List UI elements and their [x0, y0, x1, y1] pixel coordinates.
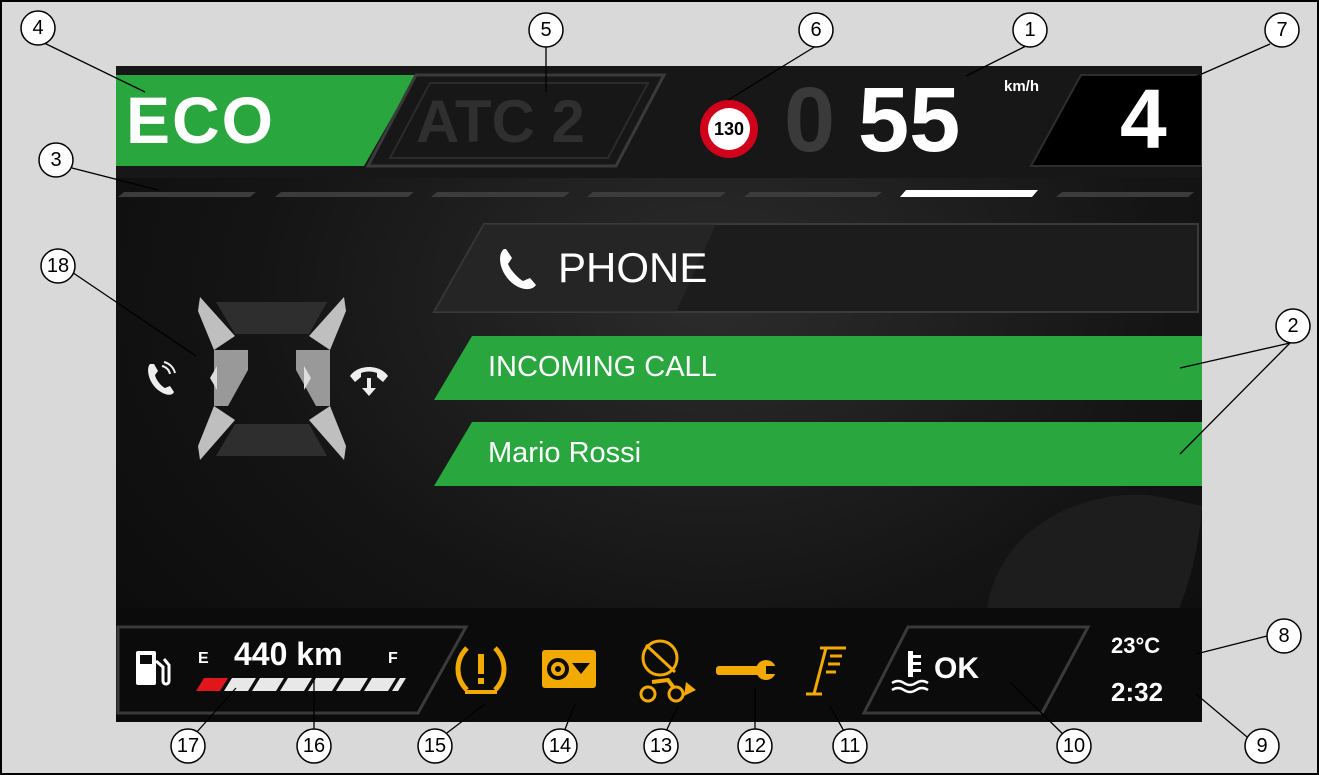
callout-6: 6 [798, 12, 834, 48]
svg-text:4: 4 [32, 17, 43, 39]
callout-12: 12 [737, 728, 773, 764]
svg-text:2: 2 [1287, 315, 1298, 337]
svg-text:6: 6 [810, 19, 821, 41]
svg-text:14: 14 [549, 735, 571, 757]
callout-10: 10 [1056, 728, 1092, 764]
svg-text:9: 9 [1256, 735, 1267, 757]
svg-text:15: 15 [424, 735, 446, 757]
callout-7: 7 [1264, 12, 1300, 48]
callout-16: 16 [296, 728, 332, 764]
callout-9: 9 [1244, 728, 1280, 764]
callout-overlay: 1 2 3 4 5 6 7 8 9 10 11 12 13 14 15 16 1… [0, 0, 1319, 775]
callout-2a: 2 [1275, 308, 1311, 344]
svg-text:1: 1 [1024, 19, 1035, 41]
callout-1: 1 [1012, 12, 1048, 48]
callout-15: 15 [417, 728, 453, 764]
svg-text:8: 8 [1278, 625, 1289, 647]
callout-18: 18 [40, 248, 76, 284]
callout-14: 14 [542, 728, 578, 764]
callout-5: 5 [528, 12, 564, 48]
svg-text:11: 11 [840, 735, 861, 757]
svg-text:7: 7 [1276, 19, 1287, 41]
svg-text:13: 13 [650, 735, 672, 757]
svg-text:5: 5 [540, 19, 551, 41]
callout-3: 3 [38, 142, 74, 178]
svg-text:3: 3 [50, 149, 61, 171]
svg-text:16: 16 [303, 735, 325, 757]
callout-8: 8 [1266, 618, 1302, 654]
svg-text:12: 12 [744, 735, 766, 757]
callout-17: 17 [170, 728, 206, 764]
svg-text:10: 10 [1063, 735, 1085, 757]
callout-4: 4 [20, 10, 56, 46]
callout-11: 11 [832, 728, 868, 764]
callout-13: 13 [643, 728, 679, 764]
svg-text:18: 18 [47, 255, 69, 277]
svg-text:17: 17 [177, 735, 199, 757]
